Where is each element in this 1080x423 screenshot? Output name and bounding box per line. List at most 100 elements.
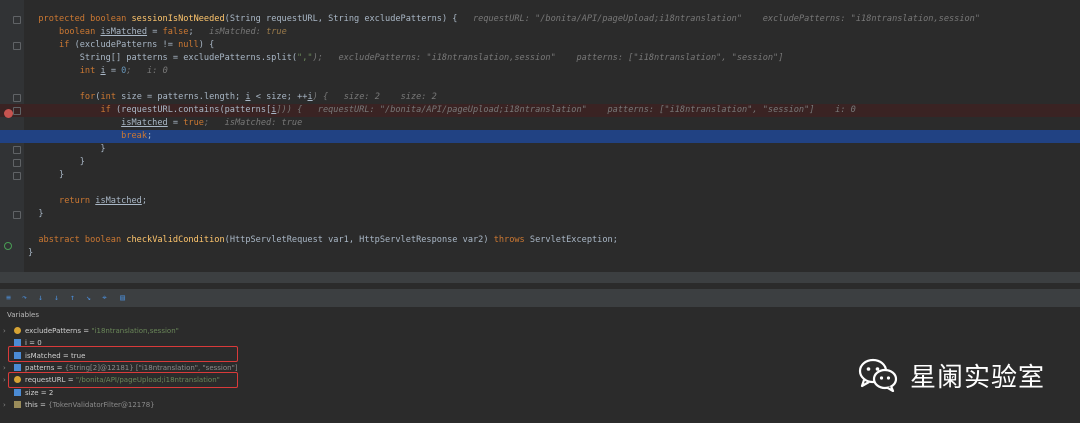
code-text: if (requestURL.contains(patterns[i])) { … xyxy=(28,104,856,117)
variable-row-excludepatterns[interactable]: › excludePatterns = "i18ntranslation,sess… xyxy=(0,325,1080,337)
fold-marker-icon[interactable] xyxy=(13,16,21,24)
variable-value: 2 xyxy=(48,388,54,397)
fold-marker-icon[interactable] xyxy=(13,159,21,167)
code-line[interactable]: protected boolean sessionIsNotNeeded(Str… xyxy=(0,13,1080,26)
evaluate-icon[interactable]: ↘ xyxy=(84,293,93,302)
code-token: } xyxy=(28,170,65,180)
code-text: protected boolean sessionIsNotNeeded(Str… xyxy=(28,13,980,26)
watermark-text: 星阑实验室 xyxy=(910,362,1046,393)
code-line[interactable]: break; xyxy=(0,130,1080,143)
step-into-icon[interactable]: ↷ xyxy=(20,293,29,302)
variable-value: {String[2]@12181} ["i18ntranslation", "s… xyxy=(64,363,238,372)
fold-marker-icon[interactable] xyxy=(13,42,21,50)
expand-arrow-icon[interactable]: › xyxy=(3,399,6,411)
run-to-cursor-icon[interactable]: ↑ xyxy=(68,293,77,302)
debugger-toolbar: ≡ ↷ ↓ ↓ ↑ ↘ ⌖ ▤ xyxy=(0,289,1080,307)
step-over-icon[interactable]: ≡ xyxy=(4,293,13,302)
code-token: } xyxy=(28,248,34,258)
code-line[interactable]: int i = 0; i: 0 xyxy=(0,65,1080,78)
code-token: isMatched: xyxy=(193,27,267,37)
fold-marker-icon[interactable] xyxy=(13,211,21,219)
code-editor[interactable]: protected boolean sessionIsNotNeeded(Str… xyxy=(0,0,1080,272)
code-line[interactable]: if (requestURL.contains(patterns[i])) { … xyxy=(0,104,1080,117)
code-line[interactable]: } xyxy=(0,156,1080,169)
code-line[interactable]: String[] patterns = excludePatterns.spli… xyxy=(0,52,1080,65)
code-line[interactable]: } xyxy=(0,169,1080,182)
variable-equals: = xyxy=(81,327,92,335)
code-text: } xyxy=(28,208,43,221)
variables-label: Variables xyxy=(7,311,39,319)
watermark: 星阑实验室 xyxy=(858,355,1045,395)
parameter-icon xyxy=(14,327,21,334)
variable-row-this[interactable]: › this = {TokenValidatorFilter@12178} xyxy=(0,399,1080,411)
code-line[interactable]: isMatched = true; isMatched: true xyxy=(0,117,1080,130)
code-line[interactable]: return isMatched; xyxy=(0,195,1080,208)
code-line[interactable]: if (excludePatterns != null) { xyxy=(0,39,1080,52)
code-text: isMatched = true; isMatched: true xyxy=(28,117,302,130)
implemented-method-icon[interactable] xyxy=(4,242,12,250)
force-step-into-icon[interactable]: ↓ xyxy=(36,293,45,302)
expand-arrow-icon[interactable]: › xyxy=(3,374,6,386)
code-token: if xyxy=(100,105,116,115)
code-token: isMatched xyxy=(95,196,142,206)
ismatched-highlight-box xyxy=(8,346,238,362)
code-line[interactable]: } xyxy=(0,143,1080,156)
variable-text: excludePatterns = "i18ntranslation,sessi… xyxy=(25,325,179,337)
breakpoint-icon[interactable] xyxy=(4,109,13,118)
code-token: false xyxy=(162,27,189,37)
code-line[interactable]: } xyxy=(0,247,1080,260)
fold-marker-icon[interactable] xyxy=(13,107,21,115)
code-token: if xyxy=(59,40,75,50)
code-line[interactable]: for(int size = patterns.length; i < size… xyxy=(0,91,1080,104)
code-line[interactable]: abstract boolean checkValidCondition(Htt… xyxy=(0,234,1080,247)
code-token: sessionIsNotNeeded xyxy=(131,14,225,24)
field-icon xyxy=(14,388,21,396)
code-text: } xyxy=(28,169,64,182)
code-text: boolean isMatched = false; isMatched: tr… xyxy=(28,26,287,39)
code-token: isMatched xyxy=(121,118,168,128)
code-token: (String requestURL, String excludePatter… xyxy=(224,14,458,24)
code-text: } xyxy=(28,156,85,169)
variable-name: size xyxy=(25,388,39,397)
fold-marker-icon[interactable] xyxy=(13,172,21,180)
expand-arrow-icon[interactable]: › xyxy=(3,362,6,374)
expand-arrow-icon[interactable]: › xyxy=(3,325,6,337)
code-line[interactable]: boolean isMatched = false; isMatched: tr… xyxy=(0,26,1080,39)
code-token: = xyxy=(167,118,184,128)
fold-marker-icon[interactable] xyxy=(13,94,21,102)
code-token: int xyxy=(100,92,122,102)
fold-marker-icon[interactable] xyxy=(13,146,21,154)
frames-icon[interactable]: ⌖ xyxy=(100,293,109,302)
debug-tool-window-header xyxy=(0,272,1080,283)
variable-name: patterns xyxy=(25,363,55,372)
code-token: ServletException; xyxy=(529,235,618,245)
code-token: protected boolean xyxy=(38,14,132,24)
code-token: requestURL: "/bonita/API/pageUpload;i18n… xyxy=(457,14,981,24)
threads-icon[interactable]: ▤ xyxy=(118,293,127,302)
variable-value: "i18ntranslation,session" xyxy=(91,327,179,335)
code-token: < size; ++ xyxy=(250,92,308,102)
step-out-icon[interactable]: ↓ xyxy=(52,293,61,302)
code-line[interactable] xyxy=(0,221,1080,234)
code-token: } xyxy=(28,157,85,167)
code-token: ])) { requestURL: "/bonita/API/pageUploa… xyxy=(276,105,856,115)
code-token: null xyxy=(178,40,199,50)
code-text: abstract boolean checkValidCondition(Htt… xyxy=(28,234,618,247)
code-token: ) { xyxy=(198,40,215,50)
code-token: break xyxy=(121,131,148,141)
field-icon xyxy=(14,363,21,371)
code-token: = xyxy=(147,27,163,37)
code-token: size = patterns.length; xyxy=(121,92,246,102)
code-line[interactable] xyxy=(0,182,1080,195)
code-line[interactable]: } xyxy=(0,208,1080,221)
code-token: = xyxy=(105,66,122,76)
code-token: ; i: 0 xyxy=(126,66,168,76)
code-token: return xyxy=(59,196,96,206)
code-line[interactable] xyxy=(0,78,1080,91)
code-text: if (excludePatterns != null) { xyxy=(28,39,214,52)
